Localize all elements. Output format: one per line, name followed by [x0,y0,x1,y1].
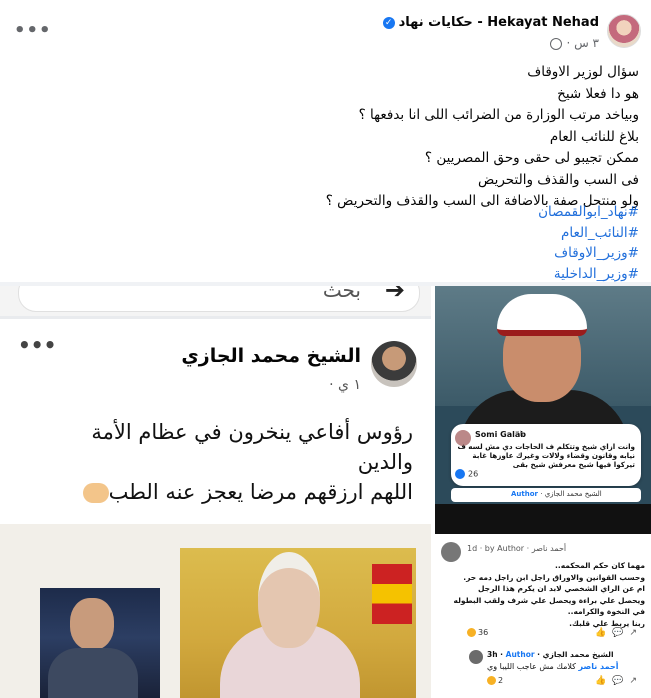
comment-header: 1d · by Author · أحمد ناصر [467,544,567,553]
globe-icon [550,37,563,50]
like-outline-icon: 👍 [595,628,613,638]
embedded-photos [0,524,431,698]
like-reaction-icon [455,469,465,479]
embedded-text-line: رؤوس أفاعي ينخرون في عظام الأمة [91,420,413,444]
overlay-comment-card: Somi Galab 7h وانت ازاي شيخ وتتكلم ف الح… [451,424,641,486]
embedded-author-name: الشيخ محمد الجازي [181,345,361,367]
author-name[interactable]: Hekayat Nehad - حكايات نهاد [399,15,599,30]
reply-comment-icon: 💬 [612,676,630,686]
woman-head [258,552,320,648]
post-image-comments[interactable]: 1d · by Author · أحمد ناصر مهما كان حكم … [435,504,651,698]
embedded-arrow-icon: ➔ [384,286,405,304]
post-line: بلاغ للنائب العام [549,128,639,145]
comment-reactions: 36 [467,628,488,637]
more-options-button[interactable]: ••• [14,20,52,41]
comment-actions: 👍💬↗ [595,628,643,638]
embedded-post-text: رؤوس أفاعي ينخرون في عظام الأمة والدين ا… [75,417,413,507]
comment-reaction-count: 36 [478,628,489,637]
comment-line: وحسب القوانين والاوراق راجل ابن راجل دمه… [463,572,645,582]
post-image-main[interactable]: بحث ➔ ••• الشيخ محمد الجازي ١ ي · رؤوس أ… [0,286,431,698]
post-line: ممكن تجيبو لى حقى وحق المصريين ؟ [424,150,639,166]
reply-like-icon: 👍 [595,676,613,686]
embedded-text-line: والدين [357,450,413,474]
embedded-post-time: ١ ي · [329,377,361,393]
post-line: فى السب والقذف والتحريض [478,171,639,188]
reply-reaction-count: 2 [498,676,504,685]
post-line: سؤال لوزير الاوقاف [527,64,639,80]
praying-hands-icon [82,483,109,503]
embedded-avatar [371,341,417,387]
overlay-comment-time: 7h [515,430,524,438]
post-time[interactable]: ٣ س · [566,36,599,50]
overlay-author-badge: Author [511,490,538,498]
comment-text: مهما كان حكم المحكمه.. وحسب القوانين وال… [445,560,645,629]
overlay-reply-name: الشيخ محمد الجازي [544,490,602,498]
commenter-avatar [441,542,461,562]
comment-line: في النخوة والكرامه.. [567,607,645,616]
embedded-more-icon: ••• [18,333,57,357]
reply-mention: أحمد ناصر [578,662,619,671]
reply-avatar [469,650,483,664]
overlay-reaction-count: 26 [468,469,479,479]
hashtag-link[interactable]: #وزير_الاوقاف [538,243,639,264]
comment-line: مهما كان حكم المحكمه.. [555,561,645,570]
man-body [48,648,138,698]
comment-line: ام عن الراي الشخصي لابد ان يكرم هذا الرج… [477,584,645,593]
overlay-reply-bar: Author · الشيخ محمد الجازي [451,488,641,502]
reply-reaction-icon [487,676,496,685]
haha-reaction-icon [467,628,476,637]
post-text: سؤال لوزير الاوقاف هو دا فعلا شيخ وبياخد… [19,62,639,213]
post-image-sheikh[interactable]: Somi Galab 7h وانت ازاي شيخ وتتكلم ف الح… [435,286,651,504]
embedded-search-bar: بحث ➔ [0,286,431,316]
hashtag-link[interactable]: #النائب_العام [538,223,639,244]
comments-topbar [435,504,651,534]
post-line: هو دا فعلا شيخ [557,85,639,102]
author-avatar[interactable] [607,14,641,48]
post-line: وبياخد مرتب الوزارة من الضرائب اللى انا … [358,107,639,123]
reply-author-badge: Author [505,650,535,659]
overlay-comment-line: وانت ازاي شيخ وتتكلم ف الحاجات دي مش لسه… [457,442,635,451]
hashtag-list: #نهاد_ابوالقمصان #النائب_العام #وزير_الا… [538,202,639,284]
overlay-comment-line: تيركوا فيها شيخ معرفش شيخ بقى [512,460,635,469]
overlay-comment-line: نيابه وقانون وقضاء ولالات وغيرك عاوزها غ… [472,451,635,460]
flag-shape [372,564,412,624]
embedded-text-span: اللهم ارزقهم مرضا يعجز عنه الطب [108,480,413,504]
comment-line: ويحصل علي براءة ويحصل علي شرف ولقب البطو… [453,595,645,605]
reply-text: أحمد ناصر كلامك مش عاجب الليبا وي [487,662,619,671]
reply-body: كلامك مش عاجب الليبا وي [487,662,576,671]
reply-reactions: 2 [487,676,503,685]
verified-badge-icon: ✓ [382,16,395,29]
author-name-line[interactable]: Hekayat Nehad - حكايات نهاد ✓ [382,15,599,30]
reply-actions: 👍💬↗ [595,676,643,686]
embedded-search-text: بحث [322,286,361,302]
reply-time: 3h [487,650,498,659]
hashtag-link[interactable]: #وزير_الداخلية [538,264,639,285]
overlay-reactions: 26 [455,469,478,479]
reply-share-icon: ↗ [629,676,643,686]
man-face [70,598,114,650]
share-outline-icon: ↗ [629,628,643,638]
overlay-comment-text: وانت ازاي شيخ وتتكلم ف الحاجات دي مش لسه… [455,442,635,469]
sheikh-turban [497,294,587,336]
reply-header: 3h · Author · الشيخ محمد الجازي [487,650,614,659]
hashtag-link[interactable]: #نهاد_ابوالقمصان [538,202,639,223]
post-meta: ٣ س · [550,36,599,50]
embedded-text-line: اللهم ارزقهم مرضا يعجز عنه الطب [75,477,413,507]
reply-name: الشيخ محمد الجازي [542,650,614,659]
post-header: Hekayat Nehad - حكايات نهاد ✓ ٣ س · ••• [0,0,651,56]
overlay-reply-text: Author · الشيخ محمد الجازي [511,490,602,498]
embedded-post-card: ••• الشيخ محمد الجازي ١ ي · رؤوس أفاعي ي… [0,319,431,524]
comment-outline-icon: 💬 [612,628,630,638]
